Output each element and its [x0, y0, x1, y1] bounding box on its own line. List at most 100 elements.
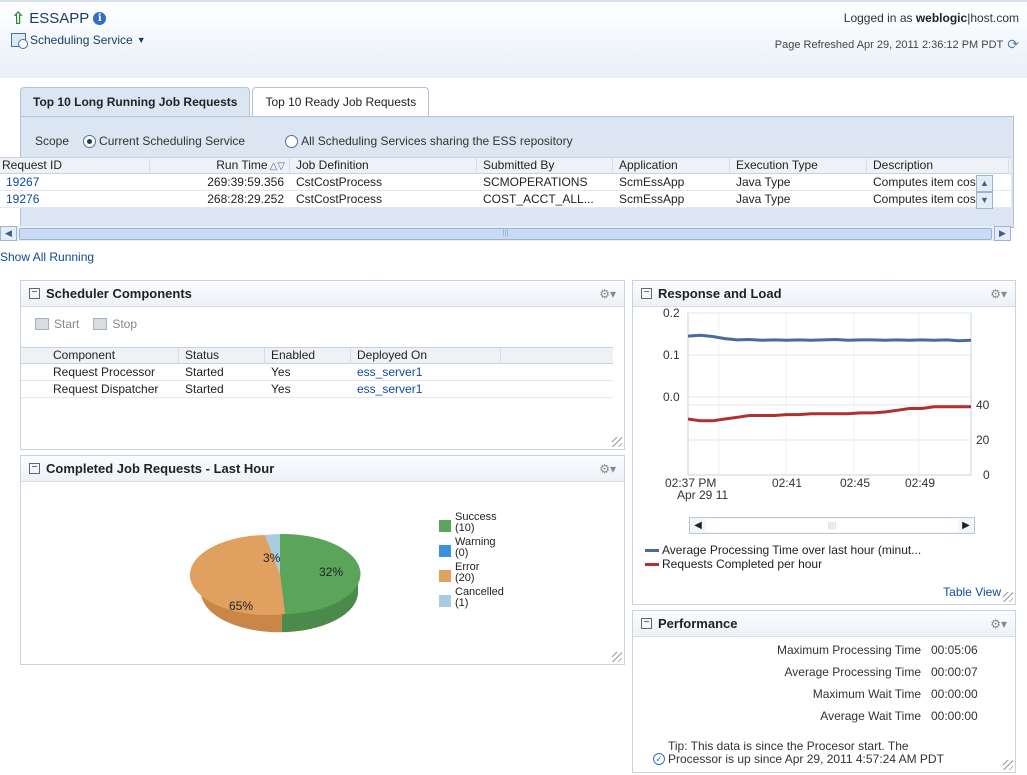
table-row[interactable]: 19276 268:28:29.252 CstCostProcess COST_… — [0, 191, 1011, 208]
request-id-link[interactable]: 19276 — [0, 192, 150, 206]
resize-handle[interactable] — [612, 652, 622, 662]
x-axis-tick-label: 02:49 — [905, 476, 935, 490]
chart-scroll-thumb[interactable]: |||| — [706, 519, 958, 532]
scheduling-service-icon — [11, 33, 28, 49]
scope-all-option[interactable]: All Scheduling Services sharing the ESS … — [285, 134, 573, 148]
status-cell: Started — [185, 365, 224, 379]
pie-legend: Success (10) Warning (0) Error (20) Cancell… — [439, 512, 504, 609]
col-job-definition[interactable]: Job Definition — [290, 157, 477, 174]
deployed-on-link[interactable]: ess_server1 — [351, 382, 501, 396]
col-description[interactable]: Description — [867, 157, 1009, 174]
scroll-down-icon[interactable]: ▼ — [976, 192, 993, 209]
table-view-text[interactable]: Table View — [943, 585, 1001, 599]
col-submitted-by[interactable]: Submitted By — [477, 157, 613, 174]
col-status[interactable]: Status — [179, 347, 265, 364]
table-row[interactable]: Request Dispatcher Started Yes ess_serve… — [21, 381, 613, 398]
legend-text: Cancelled (1) — [455, 587, 504, 609]
plot-area — [687, 312, 972, 476]
legend-item-success: Success (10) — [439, 512, 504, 534]
col-application[interactable]: Application — [613, 157, 730, 174]
col-run-time[interactable]: Run Time △▽ — [150, 157, 290, 174]
stop-icon — [93, 318, 108, 330]
legend-line-swatch — [645, 562, 659, 566]
scroll-right-icon[interactable]: ▶ — [994, 226, 1011, 241]
host-name: host.com — [970, 11, 1019, 25]
show-all-running-link[interactable]: Show All Running — [0, 250, 94, 264]
table-view-link[interactable]: Table View — [943, 585, 1001, 599]
enabled-cell: Yes — [271, 365, 291, 379]
show-all-running-text[interactable]: Show All Running — [0, 250, 94, 264]
collapse-icon[interactable]: − — [29, 463, 40, 474]
perf-row: Average Wait Time 00:00:00 — [633, 705, 1017, 727]
scheduling-service-menu[interactable]: Scheduling Service ▼ — [11, 33, 146, 49]
col-execution-type[interactable]: Execution Type — [730, 157, 867, 174]
pie-label-error: 65% — [229, 599, 253, 613]
legend-swatch — [439, 595, 451, 607]
gear-icon[interactable]: ⚙▾ — [990, 617, 1007, 631]
tip-message: ✓ Tip: This data is since the Procesor s… — [653, 740, 944, 766]
deployed-on-link[interactable]: ess_server1 — [351, 365, 501, 379]
info-icon[interactable]: i — [93, 12, 107, 25]
perf-value: 00:00:07 — [931, 665, 978, 679]
legend-item-warning: Warning (0) — [439, 537, 504, 559]
right-axis-tick-label: 0 — [983, 468, 990, 482]
collapse-icon[interactable]: − — [641, 288, 652, 299]
x-axis-tick-label: 02:45 — [840, 476, 870, 490]
scope-all-label: All Scheduling Services sharing the ESS … — [301, 134, 573, 148]
page-header: ⇧ ESSAPP i Scheduling Service ▼ Logged i… — [0, 0, 1027, 78]
start-button[interactable]: Start — [35, 317, 79, 331]
table-row[interactable]: 19267 269:39:59.356 CstCostProcess SCMOP… — [0, 174, 1011, 191]
scope-all-radio[interactable] — [285, 134, 299, 148]
chart-scroll-right-icon[interactable]: ▶ — [958, 520, 974, 531]
deployed-on-text[interactable]: ess_server1 — [357, 365, 422, 379]
request-id-text[interactable]: 19276 — [6, 192, 39, 206]
stop-button[interactable]: Stop — [93, 317, 137, 331]
gear-icon[interactable]: ⚙▾ — [599, 287, 616, 301]
scroll-up-icon[interactable]: ▲ — [976, 175, 993, 192]
request-id-text[interactable]: 19267 — [6, 175, 39, 189]
completed-jobs-title: Completed Job Requests - Last Hour — [46, 461, 275, 476]
response-load-header: − Response and Load — [633, 281, 1015, 307]
legend-line-swatch — [645, 548, 659, 552]
scope-current-option[interactable]: Current Scheduling Service — [83, 134, 245, 148]
legend-item-error: Error (20) — [439, 562, 504, 584]
sort-icon[interactable]: △▽ — [270, 161, 285, 172]
chart-scrollbar[interactable]: ◀ |||| ▶ — [689, 517, 975, 534]
gear-icon[interactable]: ⚙▾ — [599, 462, 616, 476]
jobs-horizontal-scrollbar[interactable]: ◀ ||| ▶ — [0, 226, 1011, 241]
col-deployed-on[interactable]: Deployed On — [351, 347, 501, 364]
jobs-table-header: Request ID Run Time △▽ Job Definition Sub… — [0, 157, 1011, 174]
execution-type-cell: Java Type — [736, 175, 791, 189]
resize-handle[interactable] — [1003, 592, 1013, 602]
jobs-vertical-scrollbar[interactable]: ▲ ▼ — [976, 175, 993, 209]
left-axis-tick-label: 0.0 — [663, 390, 680, 404]
col-enabled[interactable]: Enabled — [265, 347, 351, 364]
collapse-icon[interactable]: − — [641, 618, 652, 629]
refresh-icon[interactable]: ⟳ — [1007, 36, 1019, 53]
scroll-thumb[interactable]: ||| — [19, 227, 992, 240]
chart-scroll-left-icon[interactable]: ◀ — [690, 520, 706, 531]
deployed-on-text[interactable]: ess_server1 — [357, 382, 422, 396]
resize-handle[interactable] — [1003, 760, 1013, 770]
home-arrow-icon[interactable]: ⇧ — [11, 10, 25, 27]
legend-count: (10) — [455, 522, 475, 534]
collapse-icon[interactable]: − — [29, 288, 40, 299]
table-row[interactable]: Request Processor Started Yes ess_server… — [21, 364, 613, 381]
perf-label: Average Wait Time — [820, 709, 921, 723]
gear-icon[interactable]: ⚙▾ — [990, 287, 1007, 301]
tab-long-running[interactable]: Top 10 Long Running Job Requests — [20, 87, 251, 117]
performance-header: − Performance — [633, 611, 1015, 637]
scope-current-radio[interactable] — [83, 134, 97, 148]
legend-text: Requests Completed per hour — [662, 557, 823, 571]
col-component[interactable]: Component — [21, 347, 179, 364]
col-request-id[interactable]: Request ID — [0, 157, 150, 174]
tip-line: Tip: This data is since the Procesor sta… — [668, 739, 909, 753]
tab-ready[interactable]: Top 10 Ready Job Requests — [252, 87, 430, 117]
request-id-link[interactable]: 19267 — [0, 175, 150, 189]
legend-swatch — [439, 545, 451, 557]
page-refresh: Page Refreshed Apr 29, 2011 2:36:12 PM P… — [775, 36, 1019, 53]
scroll-left-icon[interactable]: ◀ — [0, 226, 17, 241]
pie-label-success: 32% — [319, 565, 343, 579]
resize-handle[interactable] — [612, 437, 622, 447]
response-load-title: Response and Load — [658, 286, 782, 301]
